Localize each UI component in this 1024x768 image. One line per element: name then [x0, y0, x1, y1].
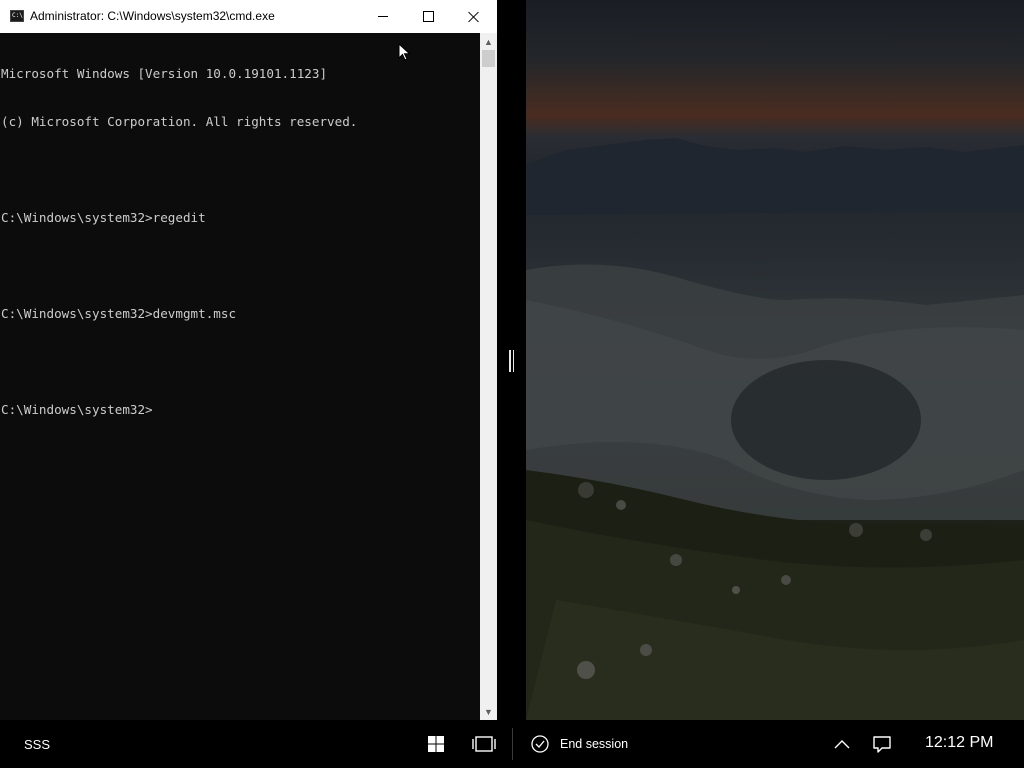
console-line: C:\Windows\system32>devmgmt.msc	[1, 306, 237, 321]
title-bar[interactable]: C:\ Administrator: C:\Windows\system32\c…	[0, 0, 497, 33]
action-center-icon[interactable]	[870, 732, 894, 756]
taskbar-divider	[512, 728, 513, 760]
window-title: Administrator: C:\Windows\system32\cmd.e…	[30, 9, 275, 23]
scroll-up-arrow-icon[interactable]: ▲	[480, 33, 497, 50]
console-prompt-line[interactable]: C:\Windows\system32>	[1, 402, 480, 418]
windows-start-icon[interactable]	[424, 732, 448, 756]
check-circle-icon	[531, 735, 549, 753]
minimize-icon	[378, 16, 388, 17]
wallpaper-landscape-image	[526, 138, 1024, 720]
close-button[interactable]	[451, 0, 497, 33]
desktop-wallpaper	[526, 0, 1024, 720]
minimize-button[interactable]	[360, 0, 406, 33]
scroll-thumb[interactable]	[482, 50, 495, 67]
task-view-icon[interactable]	[471, 732, 496, 756]
maximize-button[interactable]	[405, 0, 451, 33]
cmd-window[interactable]: C:\ Administrator: C:\Windows\system32\c…	[0, 0, 497, 720]
console-line: (c) Microsoft Corporation. All rights re…	[1, 114, 358, 129]
end-session-button[interactable]: End session	[530, 734, 628, 754]
console-line: C:\Windows\system32>regedit	[1, 210, 206, 225]
close-icon	[468, 11, 480, 23]
session-name: SSS	[24, 737, 51, 752]
scroll-down-arrow-icon[interactable]: ▼	[480, 703, 497, 720]
chevron-up-icon[interactable]	[830, 732, 854, 756]
vertical-scrollbar[interactable]: ▲ ▼	[480, 33, 497, 720]
taskbar: SSS End session 12:12 PM	[0, 720, 1024, 768]
snap-splitter[interactable]	[497, 0, 526, 720]
console-output[interactable]: Microsoft Windows [Version 10.0.19101.11…	[0, 33, 480, 720]
mouse-cursor-icon	[398, 43, 411, 61]
splitter-grip-icon[interactable]	[509, 350, 514, 372]
console-line: Microsoft Windows [Version 10.0.19101.11…	[1, 66, 328, 81]
end-session-label: End session	[560, 737, 629, 751]
cmd-app-icon[interactable]: C:\	[10, 10, 24, 22]
maximize-icon	[422, 11, 434, 22]
taskbar-clock[interactable]: 12:12 PM	[925, 734, 993, 752]
